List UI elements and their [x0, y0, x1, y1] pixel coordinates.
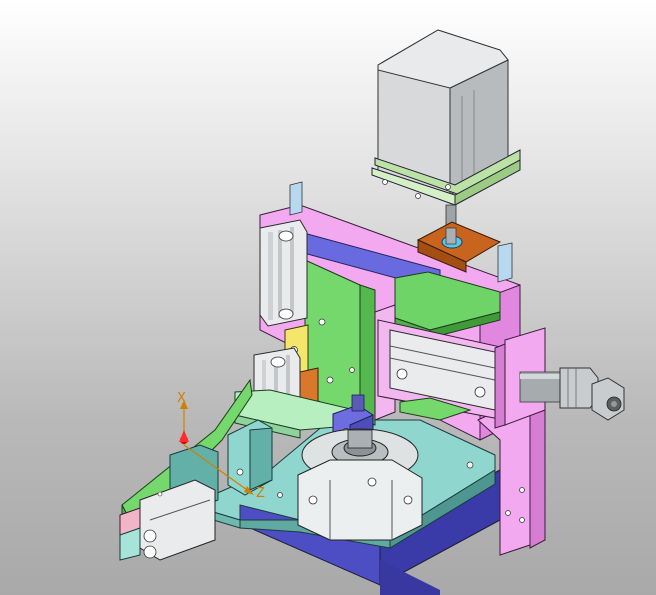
- upper-vertical-cylinder: [259, 219, 308, 327]
- round-cylinder: [297, 428, 423, 541]
- cad-viewport[interactable]: X Z: [0, 0, 656, 595]
- z-axis-label: Z: [256, 486, 265, 501]
- assembly-model[interactable]: X Z: [0, 0, 656, 595]
- x-axis-label: X: [177, 391, 186, 406]
